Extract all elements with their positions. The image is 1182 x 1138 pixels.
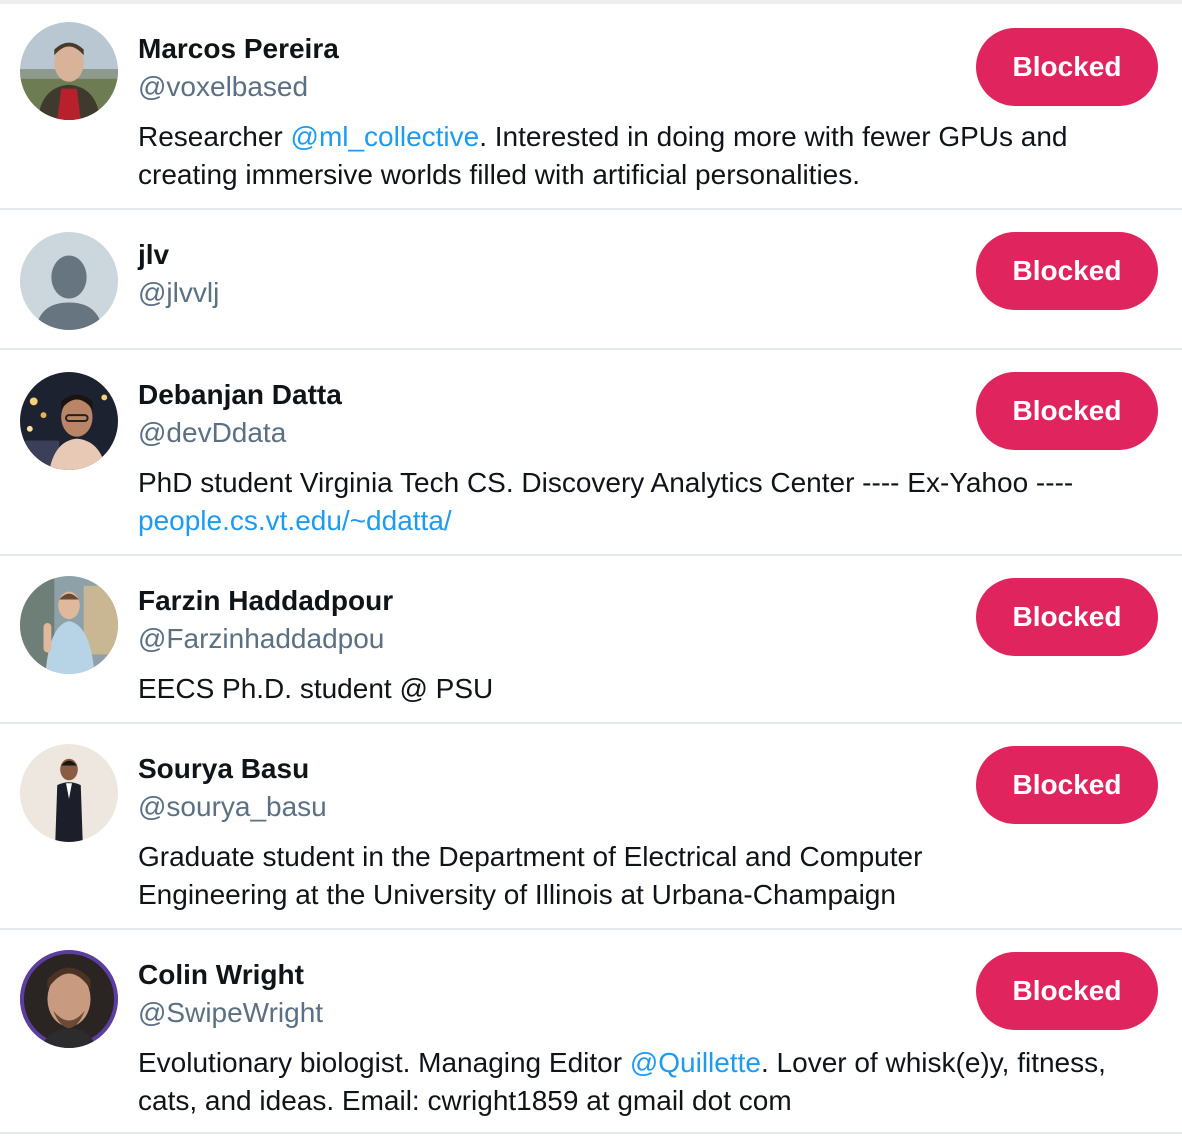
user-bio: Researcher @ml_collective. Interested in… [138,118,1163,194]
bio-mention-link[interactable]: @ml_collective [291,121,480,152]
blocked-button[interactable]: Blocked [976,372,1158,450]
user-photo-icon [20,950,118,1048]
user-row[interactable]: Marcos Pereira @voxelbased Researcher @m… [0,4,1182,210]
avatar[interactable] [20,372,118,470]
user-name[interactable]: Debanjan Datta [138,378,342,412]
user-row[interactable]: Debanjan Datta @devDdata PhD student Vir… [0,350,1182,556]
blocked-button[interactable]: Blocked [976,578,1158,656]
user-row[interactable]: jlv @jlvvlj Blocked [0,210,1182,350]
bio-url-link[interactable]: people.cs.vt.edu/~ddatta/ [138,505,452,536]
user-name[interactable]: Marcos Pereira [138,32,339,66]
avatar[interactable] [20,22,118,120]
user-row[interactable]: Farzin Haddadpour @Farzinhaddadpou EECS … [0,556,1182,724]
user-row[interactable]: Sourya Basu @sourya_basu Graduate studen… [0,724,1182,930]
user-photo-icon [20,744,118,842]
bio-text: Graduate student in the Department of El… [138,841,923,910]
blocked-button[interactable]: Blocked [976,232,1158,310]
bio-text: Evolutionary biologist. Managing Editor [138,1047,630,1078]
bio-text: PhD student Virginia Tech CS. Discovery … [138,467,1074,498]
avatar[interactable] [20,744,118,842]
user-handle[interactable]: @SwipeWright [138,996,323,1030]
user-bio: PhD student Virginia Tech CS. Discovery … [138,464,1163,540]
user-handle[interactable]: @voxelbased [138,70,308,104]
user-handle[interactable]: @Farzinhaddadpou [138,622,384,656]
user-photo-icon [20,22,118,120]
user-handle[interactable]: @sourya_basu [138,790,327,824]
user-row[interactable]: Colin Wright @SwipeWright Evolutionary b… [0,930,1182,1134]
user-name[interactable]: Sourya Basu [138,752,309,786]
avatar[interactable] [20,950,118,1048]
blocked-button[interactable]: Blocked [976,28,1158,106]
user-photo-icon [20,372,118,470]
avatar[interactable] [20,576,118,674]
bio-text: Researcher [138,121,291,152]
blocked-button[interactable]: Blocked [976,952,1158,1030]
user-bio: EECS Ph.D. student @ PSU [138,670,1163,708]
bio-mention-link[interactable]: @Quillette [630,1047,761,1078]
user-bio: Graduate student in the Department of El… [138,838,1038,914]
user-name[interactable]: Farzin Haddadpour [138,584,393,618]
default-avatar-icon [20,232,118,330]
user-handle[interactable]: @jlvvlj [138,276,219,310]
blocked-accounts-list: Marcos Pereira @voxelbased Researcher @m… [0,4,1182,1134]
avatar[interactable] [20,232,118,330]
user-photo-icon [20,576,118,674]
user-name[interactable]: Colin Wright [138,958,304,992]
blocked-button[interactable]: Blocked [976,746,1158,824]
user-bio: Evolutionary biologist. Managing Editor … [138,1044,1128,1120]
user-name[interactable]: jlv [138,238,169,272]
bio-text: EECS Ph.D. student @ PSU [138,673,494,704]
user-handle[interactable]: @devDdata [138,416,286,450]
